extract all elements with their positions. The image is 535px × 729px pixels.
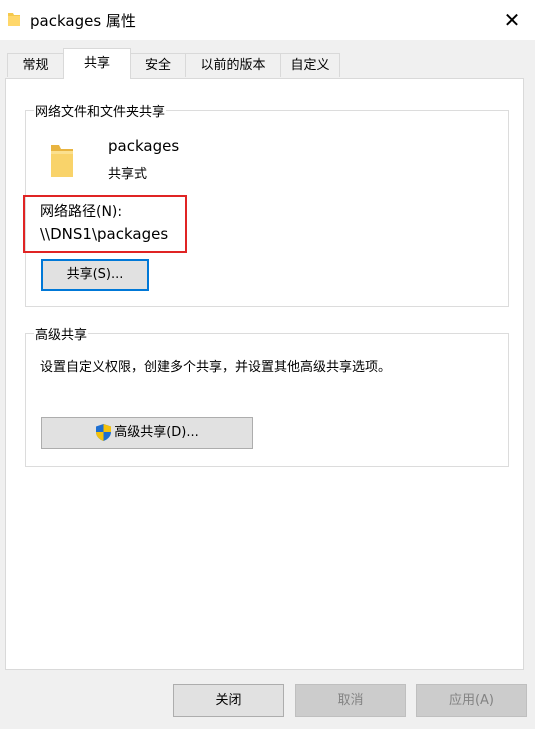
network-share-group-title: 网络文件和文件夹共享 (34, 101, 167, 120)
shield-icon (96, 424, 112, 441)
share-button[interactable]: 共享(S)... (41, 259, 149, 291)
cancel-button[interactable]: 取消 (295, 684, 406, 717)
advanced-share-group: 高级共享 设置自定义权限，创建多个共享，并设置其他高级共享选项。 高级共享(D)… (25, 324, 509, 467)
tab-sharing[interactable]: 共享 (63, 48, 131, 79)
folder-icon (51, 145, 73, 177)
folder-icon (8, 13, 20, 26)
window-title: packages 属性 (30, 12, 136, 30)
tab-bar: 常规 共享 安全 以前的版本 自定义 (0, 48, 535, 79)
tab-previous-versions[interactable]: 以前的版本 (185, 53, 281, 77)
folder-share-status: 共享式 (108, 167, 148, 182)
tab-security[interactable]: 安全 (130, 53, 186, 77)
advanced-share-button-label: 高级共享(D)... (114, 425, 199, 440)
apply-button[interactable]: 应用(A) (416, 684, 527, 717)
tab-customize[interactable]: 自定义 (280, 53, 340, 77)
folder-name: packages (108, 137, 180, 155)
close-icon[interactable]: ✕ (489, 0, 535, 40)
tab-general[interactable]: 常规 (7, 53, 64, 77)
title-bar: packages 属性 ✕ (0, 0, 535, 40)
advanced-share-group-title: 高级共享 (34, 324, 89, 343)
advanced-share-button[interactable]: 高级共享(D)... (41, 417, 253, 449)
close-button[interactable]: 关闭 (173, 684, 284, 717)
advanced-share-description: 设置自定义权限，创建多个共享，并设置其他高级共享选项。 (40, 360, 392, 375)
highlight-box (23, 195, 187, 253)
tab-panel: 网络文件和文件夹共享 packages 共享式 网络路径(N): \\DNS1\… (5, 78, 524, 670)
